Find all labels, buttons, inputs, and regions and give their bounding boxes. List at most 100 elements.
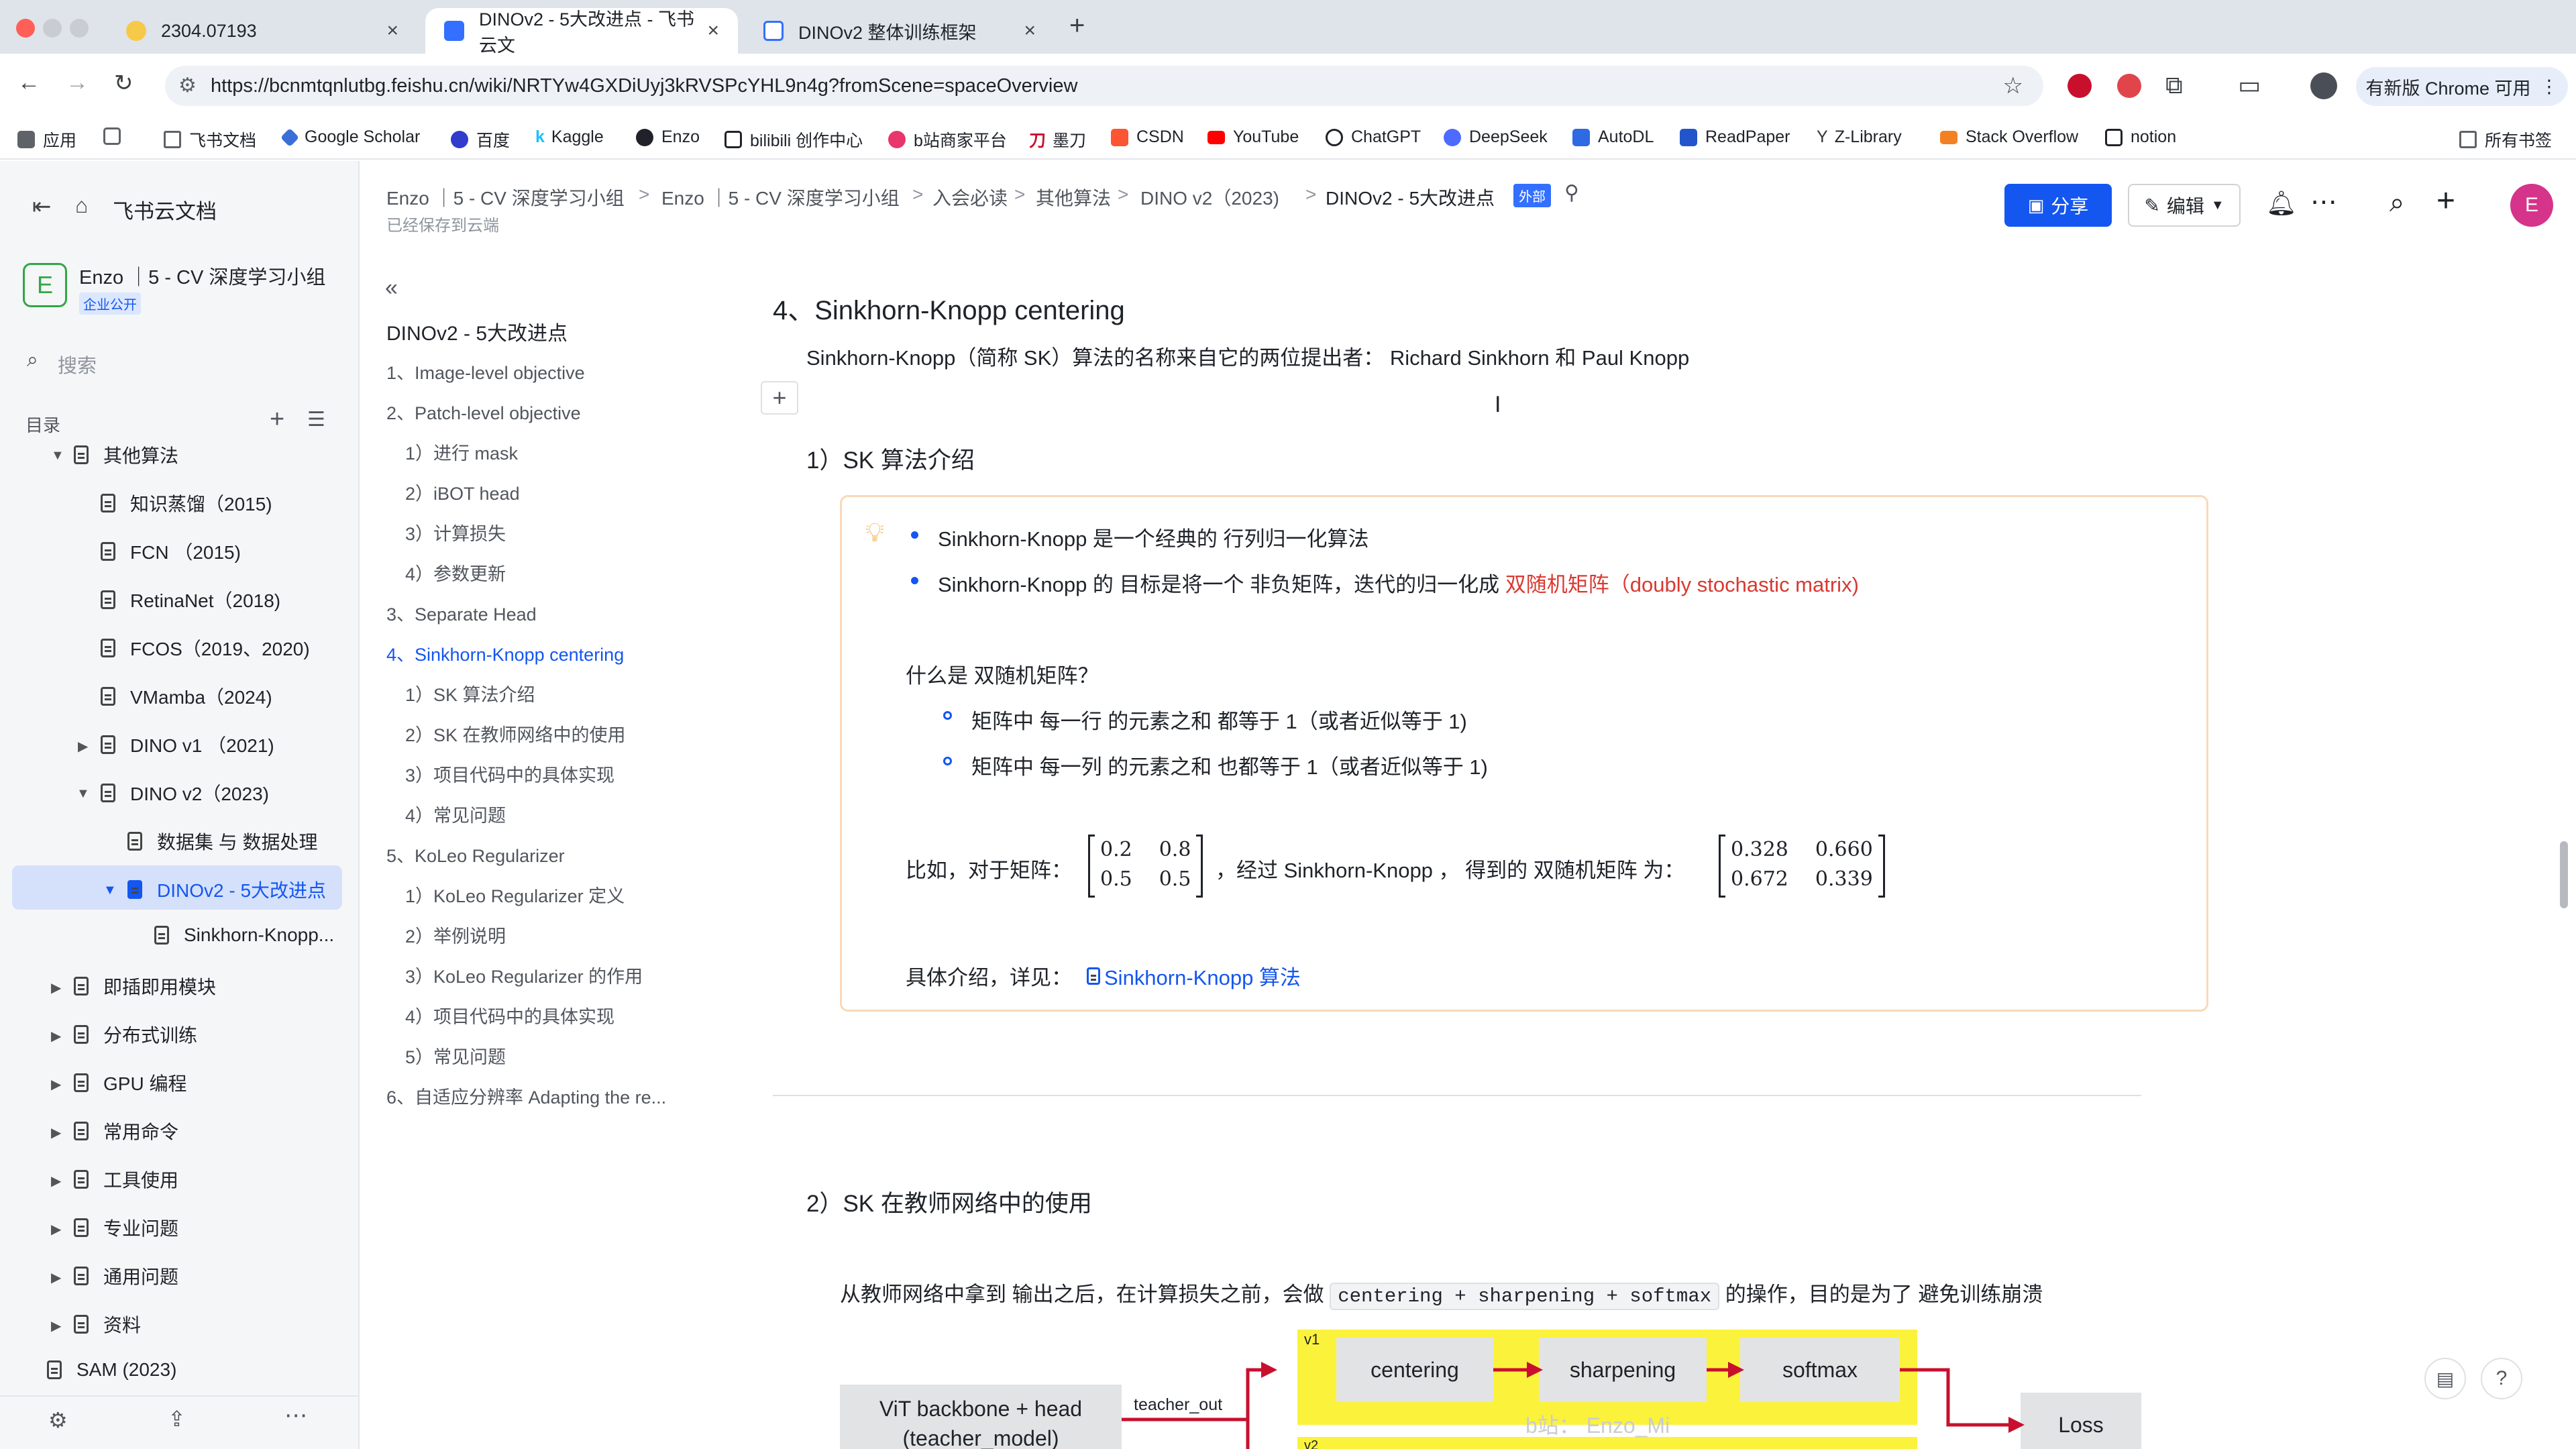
bookmark-star-icon[interactable]: ☆ xyxy=(2003,72,2023,99)
outline-item-active[interactable]: 4、Sinkhorn-Knopp centering xyxy=(386,640,624,666)
outline-item[interactable]: 4）项目代码中的具体实现 xyxy=(405,1002,614,1028)
extensions-puzzle-icon[interactable]: ⧉ xyxy=(2165,71,2183,100)
lightbulb-icon[interactable]: 💡︎ xyxy=(865,518,884,548)
close-tab-icon[interactable]: × xyxy=(386,19,398,42)
outline-item[interactable]: 2、Patch-level objective xyxy=(386,398,581,425)
sidebar-item[interactable]: 专业问题 xyxy=(74,1214,178,1241)
bookmark-item[interactable]: Stack Overflow xyxy=(1940,127,2078,147)
chevron-right-icon[interactable]: ▶ xyxy=(51,1028,61,1044)
chevron-right-icon[interactable]: ▶ xyxy=(51,979,61,996)
bookmark-item[interactable]: notion xyxy=(2105,127,2176,147)
back-arrow-icon[interactable]: ← xyxy=(17,70,40,96)
outline-item[interactable]: 6、自适应分辨率 Adapting the re... xyxy=(386,1083,666,1109)
chevron-down-icon[interactable]: ▼ xyxy=(51,448,64,464)
all-bookmarks[interactable]: 所有书签 xyxy=(2459,127,2552,152)
outline-item[interactable]: 3）计算损失 xyxy=(405,519,506,545)
bookmark-item[interactable]: CSDN xyxy=(1111,127,1184,147)
sidebar-item[interactable]: RetinaNet（2018) xyxy=(101,586,280,613)
chevron-down-icon[interactable]: ▼ xyxy=(103,883,117,898)
outline-item[interactable]: 1、Image-level objective xyxy=(386,358,585,384)
breadcrumb-item[interactable]: 入会必读 xyxy=(932,184,1008,211)
bookmark-item[interactable]: Google Scholar xyxy=(280,127,420,147)
bookmark-item[interactable]: ReadPaper xyxy=(1680,127,1790,147)
outline-item[interactable]: 3、Separate Head xyxy=(386,600,537,626)
bookmark-item[interactable]: AutoDL xyxy=(1572,127,1654,147)
bookmark-item[interactable]: Y Z-Library xyxy=(1817,127,1902,147)
site-info-icon[interactable]: ⚙ xyxy=(178,74,197,97)
sidebar-item[interactable]: 即插即用模块 xyxy=(74,973,216,1000)
chevron-right-icon[interactable]: ▶ xyxy=(51,1173,61,1189)
tree-options-icon[interactable]: ☰ xyxy=(307,408,325,431)
breadcrumb-item[interactable]: DINO v2（2023) xyxy=(1140,184,1279,211)
breadcrumb-item[interactable]: Enzo ｜5 - CV 深度学习小组 xyxy=(661,184,900,211)
more-options-icon[interactable]: ⋯ xyxy=(2310,186,2337,217)
outline-item[interactable]: 4）参数更新 xyxy=(405,559,506,586)
bookmark-item[interactable]: bilibili 创作中心 xyxy=(724,127,863,152)
notification-bell-icon[interactable]: 🔔︎ xyxy=(2266,189,2297,217)
add-page-icon[interactable]: + xyxy=(270,405,284,434)
comment-panel-icon[interactable]: ▤ xyxy=(2424,1358,2466,1399)
bookmark-item[interactable]: b站商家平台 xyxy=(888,127,1007,152)
outline-title[interactable]: DINOv2 - 5大改进点 xyxy=(386,317,568,346)
bookmark-folder[interactable]: 飞书文档 xyxy=(164,127,256,152)
chevron-right-icon[interactable]: ▶ xyxy=(51,1318,61,1334)
collapse-sidebar-icon[interactable]: ⇤ xyxy=(32,193,52,220)
chevron-right-icon[interactable]: ▶ xyxy=(51,1124,61,1141)
app-title[interactable]: 飞书云文档 xyxy=(113,195,217,225)
sidebar-item[interactable]: 通用问题 xyxy=(74,1263,178,1289)
collapse-outline-icon[interactable]: « xyxy=(385,275,398,301)
sidebar-item-active[interactable]: DINOv2 - 5大改进点 xyxy=(127,876,326,903)
block-insert-plus-icon[interactable]: + xyxy=(761,381,798,415)
sidebar-item[interactable]: 常用命令 xyxy=(74,1118,178,1144)
home-icon[interactable]: ⌂ xyxy=(75,193,88,218)
update-chrome-button[interactable]: 有新版 Chrome 可用 ⋮ xyxy=(2356,67,2568,106)
sidebar-item[interactable]: FCN （2015) xyxy=(101,538,241,565)
pin-icon[interactable]: ⚲ xyxy=(1564,181,1579,205)
forward-arrow-icon[interactable]: → xyxy=(66,70,89,96)
minimize-window-button[interactable] xyxy=(43,19,62,38)
create-plus-icon[interactable]: + xyxy=(2436,182,2455,219)
bookmark-item[interactable]: k Kaggle xyxy=(535,127,604,147)
outline-item[interactable]: 5、KoLeo Regularizer xyxy=(386,841,565,867)
sidebar-item[interactable]: 知识蒸馏（2015) xyxy=(101,490,272,517)
settings-gear-icon[interactable]: ⚙ xyxy=(48,1407,68,1433)
sidebar-item[interactable]: VMamba（2024) xyxy=(101,683,272,710)
chevron-right-icon[interactable]: ▶ xyxy=(78,738,88,755)
sidebar-item[interactable]: Sinkhorn-Knopp... xyxy=(154,924,334,946)
new-tab-button[interactable]: + xyxy=(1069,11,1085,41)
maximize-window-button[interactable] xyxy=(70,19,89,38)
edit-mode-button[interactable]: ✎ 编辑 ▼ xyxy=(2128,184,2241,227)
bookmark-item[interactable]: YouTube xyxy=(1208,127,1299,147)
sidebar-item[interactable]: 其他算法 xyxy=(74,441,178,468)
extension-icon[interactable] xyxy=(2117,74,2141,98)
outline-item[interactable]: 4）常见问题 xyxy=(405,801,506,827)
close-window-button[interactable] xyxy=(16,19,35,38)
adblock-extension-icon[interactable] xyxy=(2068,74,2092,98)
user-avatar[interactable]: E xyxy=(2510,184,2553,227)
bookmark-grid[interactable] xyxy=(103,127,129,145)
outline-item[interactable]: 3）KoLeo Regularizer 的作用 xyxy=(405,962,643,988)
close-tab-icon[interactable]: × xyxy=(1024,19,1036,42)
share-export-icon[interactable]: ⇪ xyxy=(168,1406,186,1432)
sidebar-item[interactable]: DINO v2（2023) xyxy=(101,780,269,806)
bookmark-item[interactable]: Enzo xyxy=(636,127,700,147)
sidebar-item[interactable]: DINO v1 （2021) xyxy=(101,731,274,758)
bookmark-item[interactable]: ChatGPT xyxy=(1326,127,1421,147)
outline-item[interactable]: 2）SK 在教师网络中的使用 xyxy=(405,720,626,747)
close-tab-icon[interactable]: × xyxy=(707,19,719,42)
bookmark-item[interactable]: DeepSeek xyxy=(1444,127,1548,147)
outline-item[interactable]: 3）项目代码中的具体实现 xyxy=(405,761,614,787)
search-icon[interactable]: ⌕ xyxy=(2390,188,2404,218)
breadcrumb-item[interactable]: Enzo ｜5 - CV 深度学习小组 xyxy=(386,184,625,211)
profile-avatar[interactable] xyxy=(2310,72,2337,99)
sidebar-item[interactable]: 资料 xyxy=(74,1311,141,1338)
sidebar-item[interactable]: 分布式训练 xyxy=(74,1021,197,1048)
chevron-right-icon[interactable]: ▶ xyxy=(51,1221,61,1238)
outline-item[interactable]: 5）常见问题 xyxy=(405,1042,506,1069)
breadcrumb-item[interactable]: 其他算法 xyxy=(1036,184,1111,211)
sidebar-item[interactable]: 数据集 与 数据处理 xyxy=(127,828,318,855)
share-button[interactable]: ▣ 分享 xyxy=(2004,184,2112,227)
outline-item[interactable]: 1）KoLeo Regularizer 定义 xyxy=(405,881,625,908)
cast-icon[interactable]: ▭ xyxy=(2238,71,2261,99)
bookmark-apps[interactable]: 应用 xyxy=(17,127,76,152)
